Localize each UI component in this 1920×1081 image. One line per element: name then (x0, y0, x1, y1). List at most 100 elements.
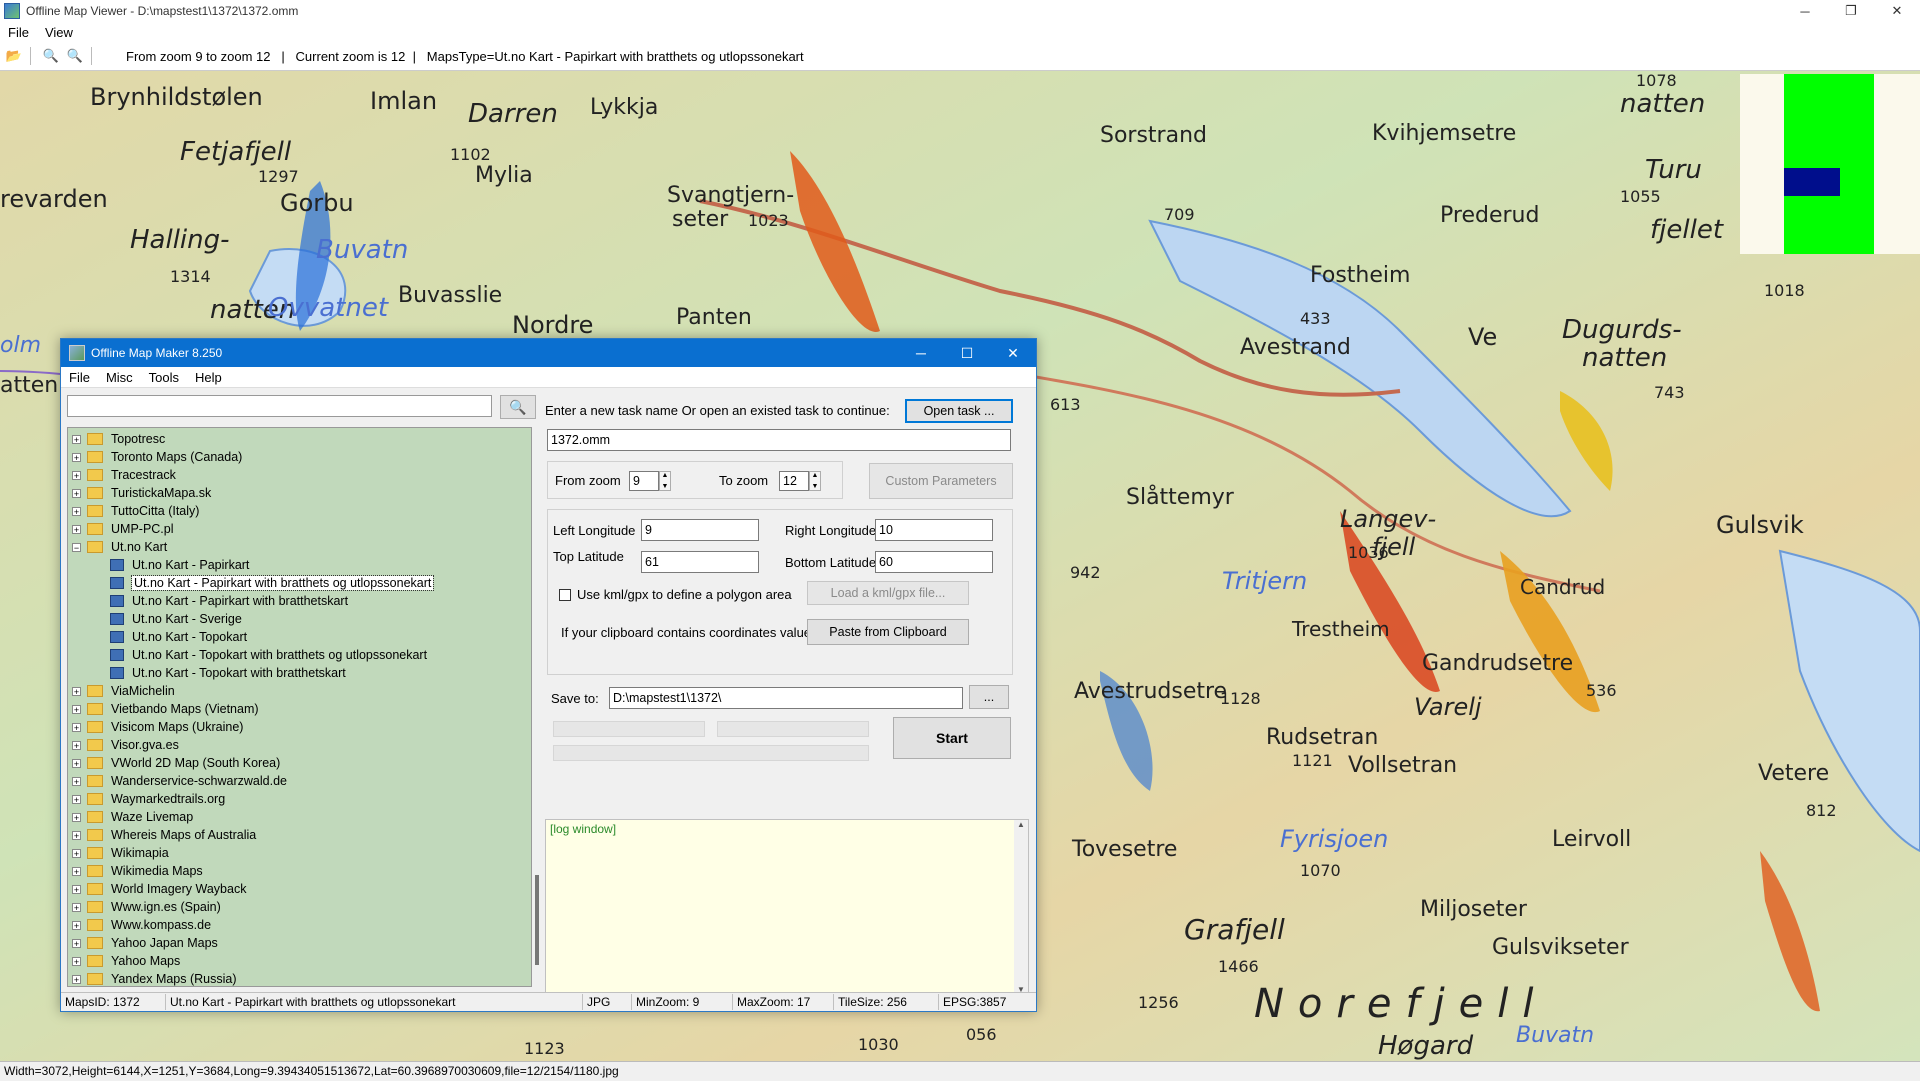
task-name-input[interactable]: 1372.omm (547, 429, 1011, 451)
dialog-menu-tools[interactable]: Tools (141, 370, 187, 385)
minimap-viewport-indicator[interactable] (1784, 168, 1840, 196)
tree-folder-item[interactable]: + ViaMichelin (68, 682, 175, 700)
custom-parameters-button[interactable]: Custom Parameters (869, 463, 1013, 499)
tree-map-item[interactable]: Ut.no Kart - Papirkart with bratthetskar… (68, 592, 348, 610)
expand-icon[interactable]: + (72, 920, 81, 930)
dialog-minimize-button[interactable]: ─ (898, 339, 944, 367)
tree-folder-item[interactable]: + Yahoo Japan Maps (68, 934, 218, 952)
spin-down-icon[interactable]: ▼ (812, 483, 819, 490)
tree-folder-item[interactable]: + Whereis Maps of Australia (68, 826, 256, 844)
map-source-tree[interactable]: + Topotresc + Toronto Maps (Canada) + Tracest… (67, 427, 532, 987)
tree-map-item[interactable]: Ut.no Kart - Papirkart (68, 556, 249, 574)
close-button[interactable]: ✕ (1874, 0, 1920, 22)
expand-icon[interactable]: + (72, 938, 81, 948)
expand-icon[interactable]: + (72, 434, 81, 444)
expand-icon[interactable]: + (72, 488, 81, 498)
zoom-in-icon[interactable]: 🔍 (65, 46, 85, 66)
tree-map-item[interactable]: Ut.no Kart - Topokart (68, 628, 247, 646)
search-icon[interactable]: 🔍 (500, 395, 536, 419)
expand-icon[interactable]: + (72, 902, 81, 912)
open-task-button[interactable]: Open task ... (905, 399, 1013, 423)
save-to-input[interactable]: D:\mapstest1\1372\ (609, 687, 963, 709)
tree-folder-item[interactable]: − Ut.no Kart (68, 538, 167, 556)
expand-icon[interactable]: + (72, 470, 81, 480)
tree-folder-item[interactable]: + Yandex Maps (Russia) (68, 970, 237, 986)
tree-folder-item[interactable]: + Waymarkedtrails.org (68, 790, 225, 808)
expand-icon[interactable]: + (72, 524, 81, 534)
tree-folder-item[interactable]: + Waze Livemap (68, 808, 193, 826)
browse-folder-button[interactable]: ... (969, 685, 1009, 709)
load-kml-button[interactable]: Load a kml/gpx file... (807, 581, 969, 605)
minimize-button[interactable]: ─ (1782, 0, 1828, 22)
tree-folder-item[interactable]: + Wanderservice-schwarzwald.de (68, 772, 287, 790)
top-latitude-input[interactable]: 61 (641, 551, 759, 573)
dialog-menu-file[interactable]: File (61, 370, 98, 385)
expand-icon[interactable]: + (72, 758, 81, 768)
expand-icon[interactable]: + (72, 740, 81, 750)
tree-map-item[interactable]: Ut.no Kart - Papirkart with bratthets og… (68, 574, 435, 592)
map-search-input[interactable] (67, 395, 492, 417)
dialog-menu-misc[interactable]: Misc (98, 370, 141, 385)
expand-icon[interactable]: + (72, 974, 81, 984)
expand-icon[interactable]: + (72, 506, 81, 516)
tree-folder-item[interactable]: + World Imagery Wayback (68, 880, 246, 898)
tree-folder-item[interactable]: + Www.kompass.de (68, 916, 211, 934)
to-zoom-input[interactable]: 12 (779, 471, 809, 491)
tree-folder-item[interactable]: + Vietbando Maps (Vietnam) (68, 700, 259, 718)
tree-folder-item[interactable]: + Wikimedia Maps (68, 862, 203, 880)
bottom-latitude-input[interactable]: 60 (875, 551, 993, 573)
expand-icon[interactable]: + (72, 794, 81, 804)
dialog-menu-help[interactable]: Help (187, 370, 230, 385)
tree-scrollbar[interactable] (533, 427, 543, 987)
restore-button[interactable]: ❐ (1828, 0, 1874, 22)
dialog-maximize-button[interactable]: ☐ (944, 339, 990, 367)
tree-folder-item[interactable]: + Topotresc (68, 430, 165, 448)
from-zoom-spinner[interactable]: ▲ ▼ (659, 471, 671, 491)
tree-folder-item[interactable]: + Visicom Maps (Ukraine) (68, 718, 243, 736)
tree-map-item[interactable]: Ut.no Kart - Topokart with bratthets og … (68, 646, 427, 664)
expand-icon[interactable]: + (72, 452, 81, 462)
start-button[interactable]: Start (893, 717, 1011, 759)
spin-down-icon[interactable]: ▼ (662, 483, 669, 490)
tree-folder-item[interactable]: + Wikimapia (68, 844, 169, 862)
tree-folder-item[interactable]: + VWorld 2D Map (South Korea) (68, 754, 280, 772)
expand-icon[interactable]: + (72, 848, 81, 858)
tree-scrollbar-thumb[interactable] (535, 875, 539, 965)
expand-icon[interactable]: + (72, 686, 81, 696)
zoom-out-icon[interactable]: 🔍 (41, 46, 61, 66)
tree-folder-item[interactable]: + TuristickaMapa.sk (68, 484, 211, 502)
spin-up-icon[interactable]: ▲ (662, 472, 669, 479)
tree-map-item[interactable]: Ut.no Kart - Topokart with bratthetskart (68, 664, 346, 682)
dialog-titlebar[interactable]: Offline Map Maker 8.250 ─ ☐ ✕ (61, 339, 1036, 367)
expand-icon[interactable]: + (72, 884, 81, 894)
expand-icon[interactable]: + (72, 830, 81, 840)
menu-view[interactable]: View (37, 25, 81, 40)
expand-icon[interactable]: + (72, 722, 81, 732)
dialog-close-button[interactable]: ✕ (990, 339, 1036, 367)
spin-up-icon[interactable]: ▲ (812, 472, 819, 479)
expand-icon[interactable]: + (72, 866, 81, 876)
menu-file[interactable]: File (0, 25, 37, 40)
right-longitude-input[interactable]: 10 (875, 519, 993, 541)
overview-minimap[interactable] (1740, 74, 1920, 254)
scroll-up-icon[interactable]: ▲ (1014, 820, 1028, 829)
tree-folder-item[interactable]: + Www.ign.es (Spain) (68, 898, 221, 916)
tree-folder-item[interactable]: + Tracestrack (68, 466, 176, 484)
paste-clipboard-button[interactable]: Paste from Clipboard (807, 619, 969, 645)
tree-folder-item[interactable]: + Toronto Maps (Canada) (68, 448, 242, 466)
tree-folder-item[interactable]: + UMP-PC.pl (68, 520, 174, 538)
from-zoom-input[interactable]: 9 (629, 471, 659, 491)
log-scrollbar[interactable]: ▲ ▼ (1014, 820, 1028, 994)
log-window[interactable]: [log window] ▲ ▼ (545, 819, 1029, 995)
tree-folder-item[interactable]: + Visor.gva.es (68, 736, 179, 754)
tree-folder-item[interactable]: + Yahoo Maps (68, 952, 180, 970)
kml-polygon-checkbox[interactable] (559, 589, 571, 601)
expand-icon[interactable]: + (72, 704, 81, 714)
collapse-icon[interactable]: − (72, 542, 81, 552)
to-zoom-spinner[interactable]: ▲ ▼ (809, 471, 821, 491)
expand-icon[interactable]: + (72, 812, 81, 822)
tree-folder-item[interactable]: + TuttoCitta (Italy) (68, 502, 199, 520)
expand-icon[interactable]: + (72, 956, 81, 966)
tree-map-item[interactable]: Ut.no Kart - Sverige (68, 610, 242, 628)
expand-icon[interactable]: + (72, 776, 81, 786)
